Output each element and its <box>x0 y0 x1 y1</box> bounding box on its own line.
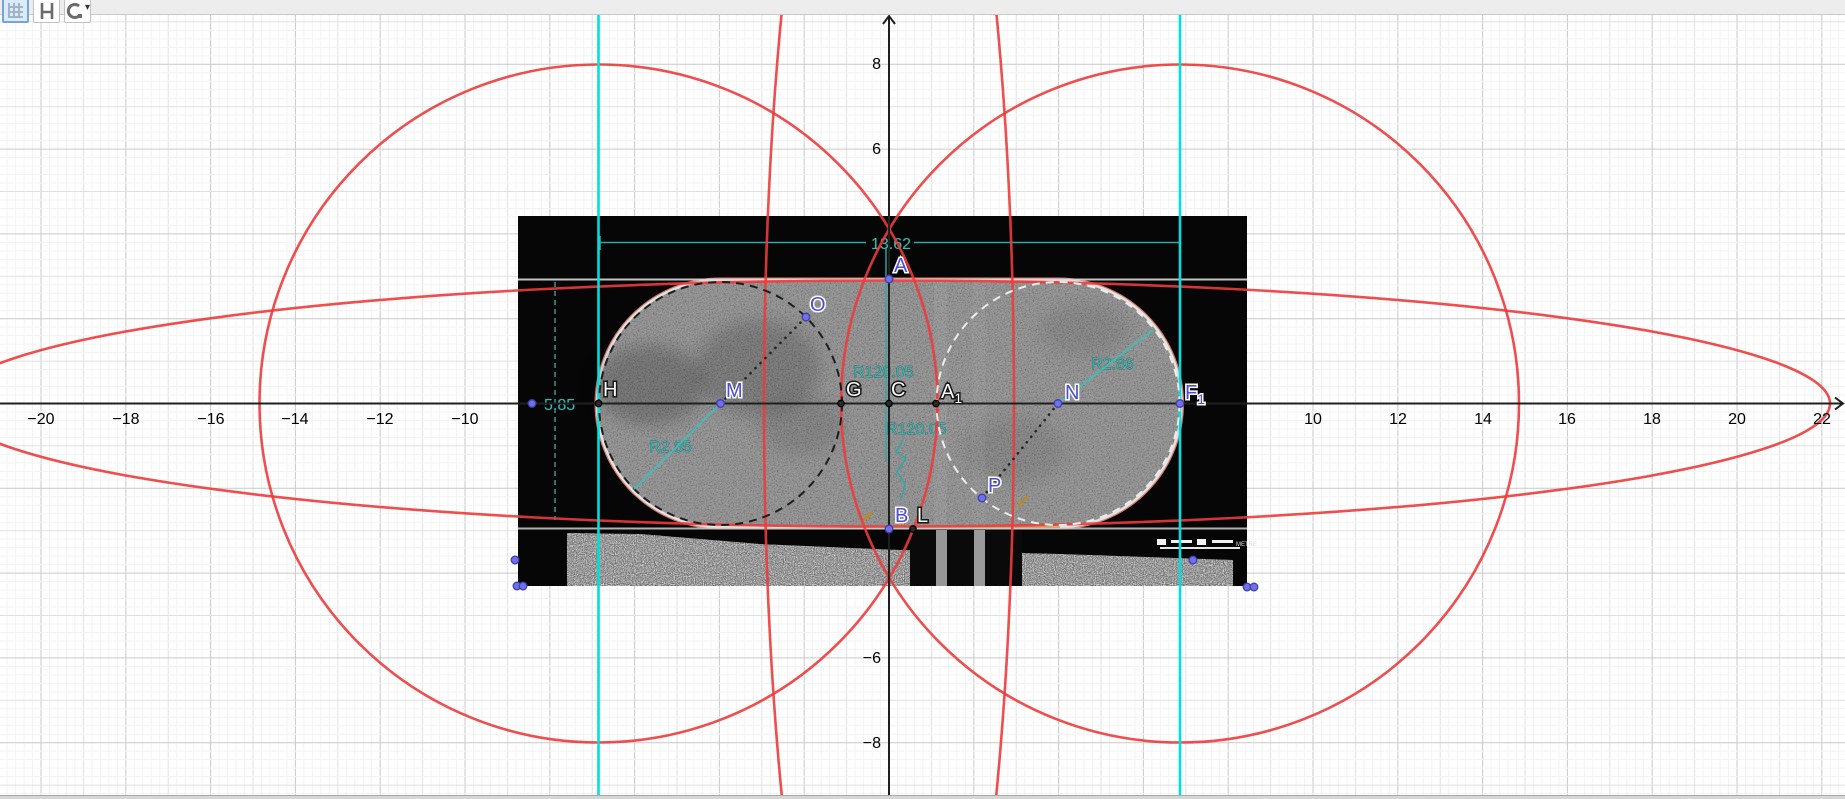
y-axis-label: 8 <box>872 56 881 73</box>
bottom-scroll-strip[interactable] <box>0 795 1845 799</box>
point-label-L: L <box>917 505 928 527</box>
x-axis-label: −18 <box>112 411 139 428</box>
x-axis-label: 18 <box>1643 411 1661 428</box>
y-axis-label: 6 <box>872 141 881 158</box>
point-label-H: H <box>603 379 617 401</box>
x-axis-label: 12 <box>1389 411 1407 428</box>
point-label-B: B <box>895 505 908 527</box>
x-axis-label: −12 <box>366 411 393 428</box>
graphics-canvas[interactable]: METRE 13.62R120.05R120.05R2.85R2.865.85 … <box>0 0 1845 799</box>
photo-pillar-left <box>936 530 947 586</box>
point-label-M: M <box>726 380 743 402</box>
photo-annotation-text: 5.85 <box>544 397 575 414</box>
scale-bar-label: METRE <box>1236 542 1257 548</box>
x-axis-label: 14 <box>1474 411 1492 428</box>
magnet-icon <box>65 3 83 19</box>
point-C[interactable] <box>886 400 892 406</box>
point-aux[interactable] <box>1250 583 1258 591</box>
point-label-A: A <box>894 255 908 277</box>
x-axis-label: −14 <box>281 411 308 428</box>
point-label-C: C <box>891 379 905 401</box>
point-label-G: G <box>846 379 862 401</box>
x-axis-label: −20 <box>27 411 54 428</box>
x-axis-label: 20 <box>1728 411 1746 428</box>
point-A1[interactable] <box>933 400 939 406</box>
point-L[interactable] <box>910 526 916 532</box>
y-axis-label: −8 <box>863 735 881 752</box>
x-axis-label: −10 <box>451 411 478 428</box>
x-axis-label: 10 <box>1304 411 1322 428</box>
x-axis-label: 22 <box>1813 411 1831 428</box>
geogebra-graphics-view[interactable]: METRE 13.62R120.05R120.05R2.85R2.865.85 … <box>0 0 1845 799</box>
point-label-O: O <box>810 294 826 316</box>
point-M[interactable] <box>717 400 725 408</box>
axes-icon <box>40 3 54 19</box>
point-B[interactable] <box>885 525 893 533</box>
point-capture-button[interactable]: ▾ <box>64 0 91 23</box>
graphics-style-bar: ▾ <box>2 0 91 23</box>
toolbar-strip <box>0 0 1845 15</box>
point-G[interactable] <box>838 400 844 406</box>
point-H[interactable] <box>595 400 601 406</box>
photo-annotation-text: R2.86 <box>1091 356 1134 373</box>
photo-pillar-shadow <box>910 530 1022 586</box>
y-axis-label: −6 <box>863 650 881 667</box>
grid-toggle-button[interactable] <box>2 0 29 23</box>
point-aux[interactable] <box>519 582 527 590</box>
point-P[interactable] <box>978 494 986 502</box>
grid-icon <box>8 3 23 18</box>
point-aux[interactable] <box>1189 556 1197 564</box>
point-aux[interactable] <box>528 400 536 408</box>
point-N[interactable] <box>1054 400 1062 408</box>
axes-toggle-button[interactable] <box>33 0 60 23</box>
x-axis-label: 16 <box>1558 411 1576 428</box>
photo-pillar-right <box>974 530 985 586</box>
point-aux[interactable] <box>511 556 519 564</box>
point-O[interactable] <box>802 313 810 321</box>
point-label-N: N <box>1065 382 1079 404</box>
x-axis-label: −16 <box>197 411 224 428</box>
point-F1[interactable] <box>1176 400 1184 408</box>
point-label-P: P <box>988 475 1001 497</box>
point-A[interactable] <box>885 275 893 283</box>
dropdown-caret-icon: ▾ <box>85 2 90 19</box>
